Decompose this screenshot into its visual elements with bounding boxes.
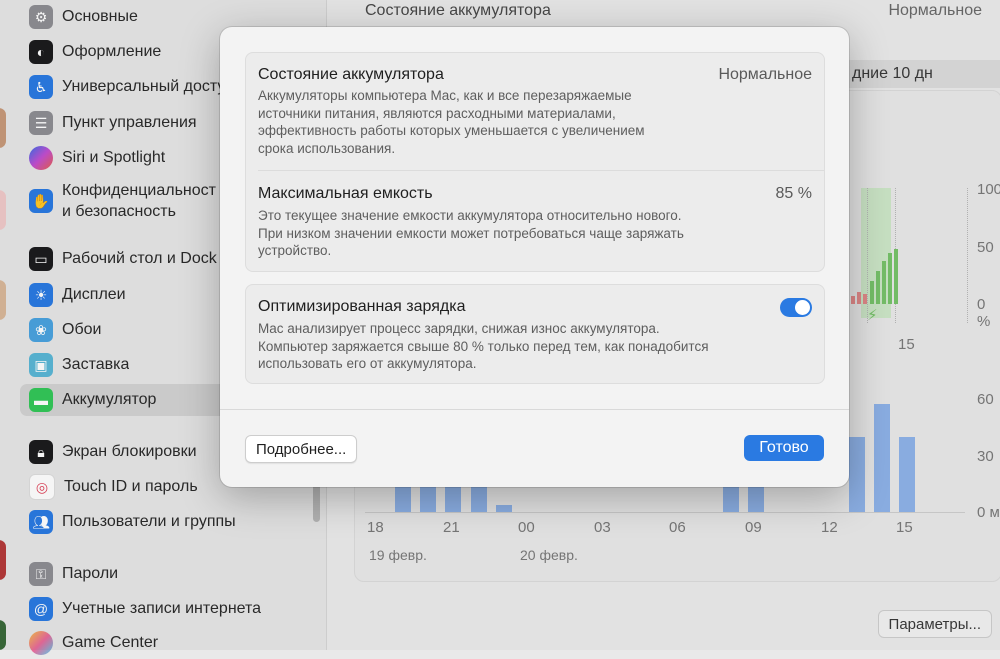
battery-health-title: Состояние аккумулятора — [258, 66, 444, 83]
battery-health-dialog: Состояние аккумулятора Нормальное Аккуму… — [220, 27, 849, 487]
max-capacity-title: Максимальная емкость — [258, 185, 433, 202]
more-info-button[interactable]: Подробнее... — [245, 435, 358, 463]
description-line: использовать его от аккумулятора. — [258, 356, 477, 371]
max-capacity-value: 85 % — [775, 185, 812, 202]
footer-divider — [220, 409, 849, 410]
description-line: Это текущее значение емкости аккумулятор… — [258, 208, 682, 223]
description-line: устройство. — [258, 243, 332, 258]
optimized-charging-toggle[interactable] — [780, 298, 812, 317]
description-line: эффективность работы которых уменьшается… — [258, 123, 645, 138]
done-button[interactable]: Готово — [744, 435, 824, 461]
optimized-charging-title: Оптимизированная зарядка — [258, 298, 466, 315]
description-line: источники питания, являются расходными м… — [258, 105, 616, 121]
description-line: Mac анализирует процесс зарядки, снижая … — [258, 321, 660, 336]
max-capacity-description: Это текущее значение емкости аккумулятор… — [258, 207, 758, 260]
optimized-charging-group: Оптимизированная зарядка Mac анализирует… — [245, 284, 825, 384]
description-line: Аккумуляторы компьютера Mac, как и все п… — [258, 88, 632, 103]
battery-info-group: Состояние аккумулятора Нормальное Аккуму… — [245, 52, 825, 272]
row-divider — [258, 170, 824, 171]
description-line: срока использования. — [258, 140, 396, 156]
battery-health-value: Нормальное — [718, 66, 812, 83]
description-line: При низком значении емкости может потреб… — [258, 225, 684, 241]
description-line: Компьютер заряжается свыше 80 % только п… — [258, 338, 709, 354]
optimized-charging-description: Mac анализирует процесс зарядки, снижая … — [258, 320, 778, 373]
toggle-knob — [795, 300, 810, 315]
battery-health-description: Аккумуляторы компьютера Mac, как и все п… — [258, 87, 728, 157]
